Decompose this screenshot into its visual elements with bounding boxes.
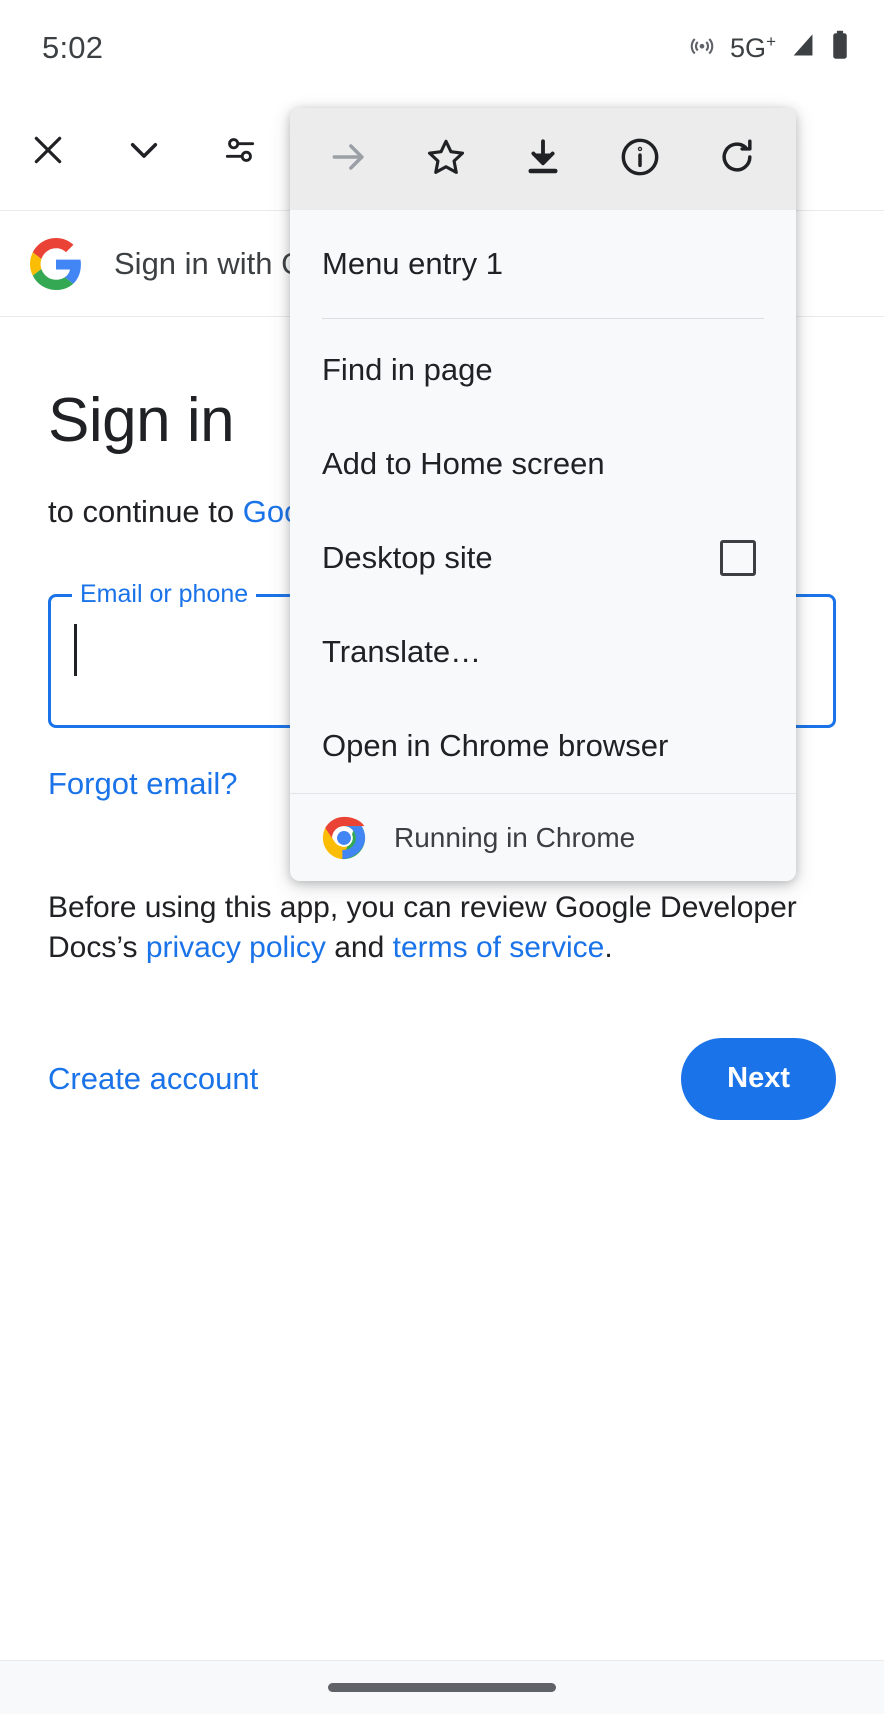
menu-item-menu-entry-1[interactable]: Menu entry 1 <box>290 214 796 314</box>
menu-item-label: Add to Home screen <box>322 446 605 481</box>
google-g-icon <box>30 237 82 290</box>
status-bar: 5:02 5G+ <box>0 0 884 95</box>
network-type-label: 5G+ <box>730 32 776 64</box>
menu-item-label: Find in page <box>322 352 493 387</box>
chevron-down-icon <box>123 129 165 176</box>
collapse-button[interactable] <box>96 95 192 211</box>
download-icon <box>522 136 564 183</box>
create-account-link[interactable]: Create account <box>48 1061 258 1097</box>
download-button[interactable] <box>506 122 580 196</box>
menu-item-label: Desktop site <box>322 540 493 575</box>
forgot-email-link[interactable]: Forgot email? <box>48 766 238 802</box>
menu-item-add-to-home-screen[interactable]: Add to Home screen <box>290 417 796 511</box>
legal-suffix: . <box>604 930 613 964</box>
reload-icon <box>715 135 759 184</box>
menu-divider <box>322 318 764 319</box>
menu-footer-running-in-chrome[interactable]: Running in Chrome <box>290 793 796 881</box>
menu-item-label: Menu entry 1 <box>322 246 503 281</box>
reload-button[interactable] <box>700 122 774 196</box>
close-button[interactable] <box>0 95 96 211</box>
menu-item-label: Open in Chrome browser <box>322 728 669 763</box>
tune-icon <box>221 131 259 174</box>
next-button[interactable]: Next <box>681 1037 836 1120</box>
forward-arrow-icon <box>327 135 371 184</box>
hotspot-icon <box>687 30 717 65</box>
page-settings-button[interactable] <box>192 95 288 211</box>
menu-item-find-in-page[interactable]: Find in page <box>290 323 796 417</box>
terms-of-service-link[interactable]: terms of service <box>393 931 605 964</box>
menu-item-translate[interactable]: Translate… <box>290 605 796 699</box>
network-type-text: 5G <box>730 32 767 63</box>
network-type-plus: + <box>766 31 776 51</box>
menu-item-desktop-site[interactable]: Desktop site <box>290 511 796 605</box>
desktop-site-checkbox[interactable] <box>720 540 756 576</box>
legal-text: Before using this app, you can review Go… <box>48 888 836 968</box>
status-indicators: 5G+ <box>687 30 850 65</box>
home-gesture-pill[interactable] <box>328 1683 556 1692</box>
battery-icon <box>830 30 850 65</box>
continue-to-prefix: to continue to <box>48 494 243 529</box>
menu-icon-row <box>290 108 796 210</box>
bookmark-star-icon <box>424 135 468 184</box>
system-navigation-bar <box>0 1660 884 1714</box>
menu-item-open-in-chrome-browser[interactable]: Open in Chrome browser <box>290 699 796 793</box>
privacy-policy-link[interactable]: privacy policy <box>146 931 326 964</box>
signal-icon <box>789 31 817 64</box>
browser-overflow-menu: Menu entry 1 Find in page Add to Home sc… <box>290 108 796 881</box>
menu-item-list: Menu entry 1 Find in page Add to Home sc… <box>290 210 796 793</box>
forward-button[interactable] <box>312 122 386 196</box>
text-cursor <box>74 624 77 676</box>
form-actions: Create account Next <box>48 1037 836 1120</box>
page-info-icon <box>618 135 662 184</box>
menu-item-label: Translate… <box>322 634 482 669</box>
menu-footer-label: Running in Chrome <box>394 821 636 853</box>
bookmark-button[interactable] <box>409 122 483 196</box>
page-info-button[interactable] <box>603 122 677 196</box>
legal-middle: and <box>325 930 393 964</box>
close-icon <box>28 130 68 175</box>
email-field-label: Email or phone <box>72 577 257 611</box>
status-time: 5:02 <box>42 29 104 65</box>
chrome-logo-icon <box>322 816 366 860</box>
